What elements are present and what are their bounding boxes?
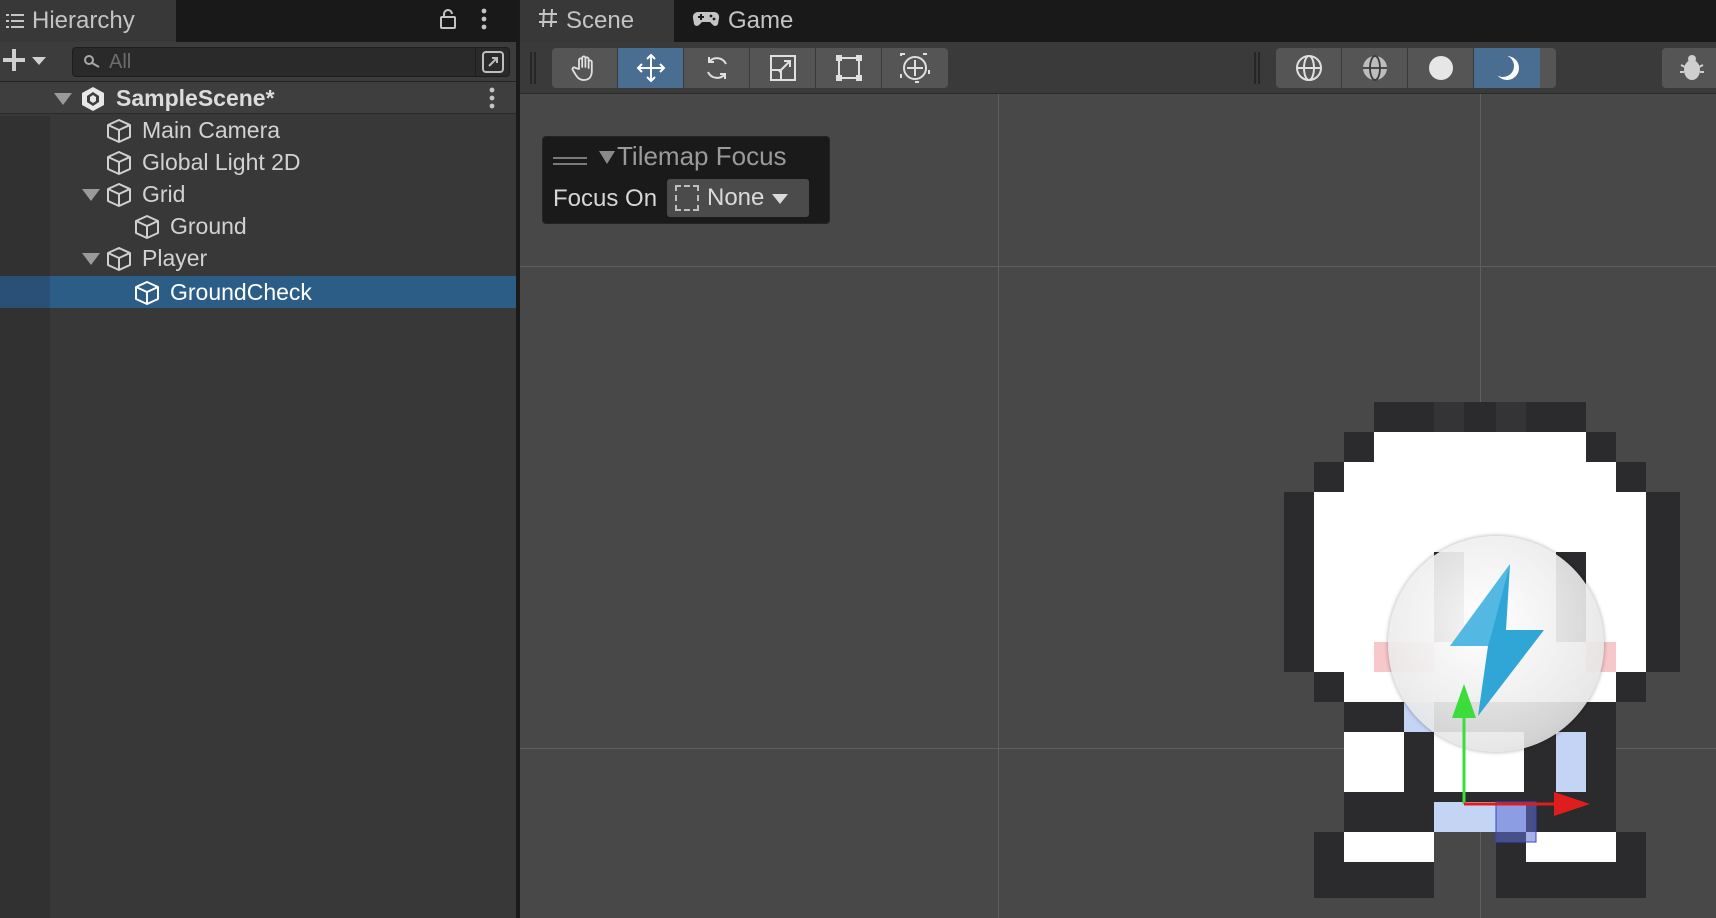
grid-hash-icon: [538, 7, 558, 35]
tab-scene[interactable]: Scene: [520, 0, 674, 42]
plus-icon: [2, 48, 26, 77]
scene-row[interactable]: SampleScene*: [0, 82, 516, 114]
open-search-window-button[interactable]: [475, 48, 509, 76]
gamepad-icon: [692, 7, 720, 35]
hierarchy-item-groundcheck[interactable]: GroundCheck: [0, 276, 516, 308]
scene-viewport[interactable]: Tilemap Focus Focus On None: [520, 94, 1716, 918]
y-axis-arrow-icon[interactable]: [1452, 684, 1476, 718]
toolbar-grip[interactable]: [1254, 52, 1260, 84]
transform-tools: [552, 48, 948, 88]
focus-on-dropdown[interactable]: None: [667, 179, 809, 217]
hierarchy-menu-button[interactable]: [480, 0, 488, 42]
collapse-arrow-icon[interactable]: [599, 149, 615, 170]
hierarchy-item-main-camera[interactable]: Main Camera: [0, 114, 516, 146]
lighting-moon-icon: [1492, 55, 1519, 80]
hierarchy-item-label: Main Camera: [142, 117, 281, 143]
bug-icon: [1680, 55, 1704, 80]
toolbar-grip[interactable]: [530, 52, 536, 84]
gameobject-cube-icon: [106, 182, 132, 213]
rotate-tool-button[interactable]: [684, 48, 750, 88]
scene-tab-bar: Scene Game: [520, 0, 1716, 42]
hierarchy-item-label: Ground: [170, 213, 247, 239]
lighting-toggle-button[interactable]: [1474, 48, 1540, 88]
unity-scene-icon: [80, 86, 106, 117]
move-gizmo[interactable]: [1420, 654, 1716, 918]
scene-toolbar: [520, 42, 1716, 94]
hierarchy-panel: Hierarchy All SampleScene* Main Camera G…: [0, 0, 516, 918]
gameobject-cube-icon: [106, 150, 132, 181]
hierarchy-item-ground[interactable]: Ground: [0, 210, 516, 242]
hierarchy-item-global-light-2d[interactable]: Global Light 2D: [0, 146, 516, 178]
move-tool-button[interactable]: [618, 48, 684, 88]
x-axis-arrow-icon[interactable]: [1554, 792, 1590, 816]
hierarchy-item-label: Player: [142, 245, 208, 271]
gameobject-cube-icon: [106, 246, 132, 277]
transform-icon: [900, 53, 930, 83]
rotate-icon: [706, 57, 727, 79]
selection-rect-icon: [675, 185, 699, 211]
tab-label: Game: [728, 7, 794, 34]
hierarchy-item-player[interactable]: Player: [0, 242, 516, 274]
lock-button[interactable]: [440, 0, 456, 42]
list-icon: [6, 13, 24, 29]
gameobject-cube-icon: [106, 118, 132, 149]
gameobject-cube-icon: [134, 214, 160, 245]
expand-window-icon: [481, 51, 504, 73]
scene-name: SampleScene*: [116, 85, 275, 111]
kebab-menu-icon: [480, 8, 488, 35]
hierarchy-tab-bar: Hierarchy: [0, 0, 516, 42]
scene-menu-icon[interactable]: [488, 87, 496, 114]
hand-icon: [571, 55, 593, 81]
shaded-mode-button[interactable]: [1408, 48, 1474, 88]
search-field[interactable]: [72, 47, 510, 77]
tab-label: Scene: [566, 7, 635, 34]
selection-gutter: [0, 276, 50, 308]
search-icon: [83, 54, 101, 75]
gameobject-cube-icon: [134, 280, 160, 311]
shaded-wireframe-mode-button[interactable]: [1342, 48, 1408, 88]
scene-panel: Scene Game Tilemap Focus Focus On None: [520, 0, 1716, 918]
lock-icon: [440, 8, 456, 34]
scale-tool-button[interactable]: [750, 48, 816, 88]
hierarchy-tree: SampleScene* Main Camera Global Light 2D: [0, 82, 516, 918]
hierarchy-item-label: Global Light 2D: [142, 149, 301, 175]
overlay-title: Tilemap Focus: [617, 141, 787, 171]
move-arrows-icon: [636, 53, 665, 83]
chevron-down-icon: [32, 53, 46, 71]
wireframe-mode-button[interactable]: [1276, 48, 1342, 88]
rect-tool-button[interactable]: [816, 48, 882, 88]
gizmos-tools: [1662, 48, 1716, 88]
hierarchy-item-label: GroundCheck: [170, 279, 312, 305]
scale-icon: [769, 55, 796, 81]
chevron-down-icon: [772, 184, 789, 212]
gizmos-toggle-button[interactable]: [1662, 48, 1716, 88]
rect-transform-icon: [835, 55, 862, 81]
hierarchy-item-label: Grid: [142, 181, 186, 207]
tilemap-focus-overlay[interactable]: Tilemap Focus Focus On None: [542, 136, 830, 224]
unity-editor: Hierarchy All SampleScene* Main Camera G…: [0, 0, 1716, 918]
fold-arrow-icon[interactable]: [54, 92, 72, 111]
tab-game[interactable]: Game: [674, 0, 814, 42]
hierarchy-item-grid[interactable]: Grid: [0, 178, 516, 210]
grid-line: [520, 266, 1716, 267]
fold-arrow-icon[interactable]: [82, 188, 100, 207]
shaded-sphere-icon: [1428, 56, 1453, 80]
wireframe-sphere-icon: [1295, 55, 1322, 81]
draw-mode-tools: [1276, 48, 1556, 88]
transform-tool-button[interactable]: [882, 48, 948, 88]
drag-handle-icon[interactable]: [553, 155, 587, 173]
hierarchy-tab[interactable]: Hierarchy: [0, 0, 176, 42]
hierarchy-toolbar: [0, 42, 516, 82]
create-dropdown-button[interactable]: [0, 46, 54, 78]
grid-line: [998, 94, 999, 918]
hand-tool-button[interactable]: [552, 48, 618, 88]
fold-arrow-icon[interactable]: [82, 252, 100, 271]
shaded-wire-sphere-icon: [1362, 55, 1387, 81]
search-input[interactable]: [109, 50, 439, 74]
focus-on-label: Focus On: [553, 185, 658, 212]
focus-on-value: None: [707, 184, 765, 211]
hierarchy-tab-label: Hierarchy: [32, 7, 135, 34]
